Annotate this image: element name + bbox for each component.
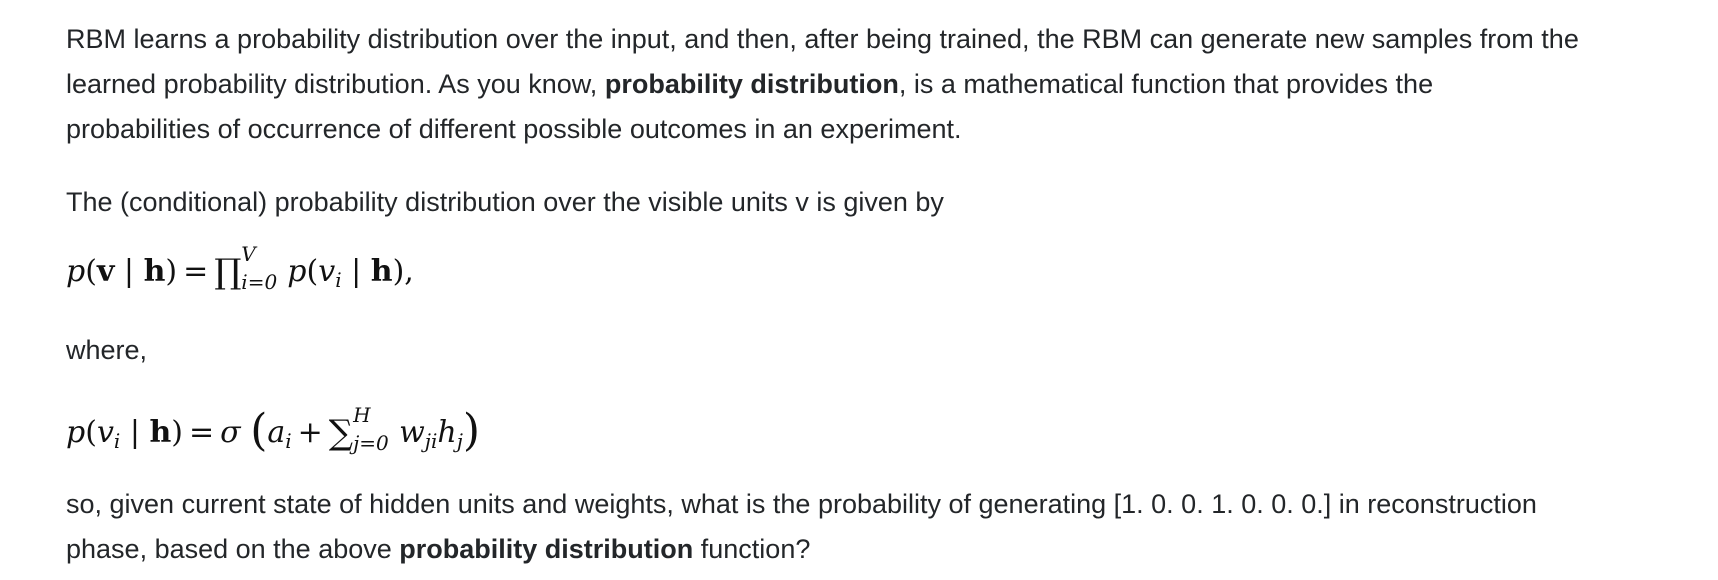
eq1-rhs-sub: i — [335, 268, 342, 292]
eq2-close-paren: ) — [462, 405, 481, 456]
eq1-upper-limit: V — [241, 242, 256, 266]
eq2-hidden-h: h — [437, 415, 457, 450]
eq2-hidden-sub: j — [456, 429, 463, 453]
intro-bold-term: probability distribution — [604, 69, 899, 99]
intro-paragraph: RBM learns a probability distribution ov… — [66, 17, 1579, 152]
eq2-lower-limit: j=0 — [353, 431, 389, 455]
eq2-limits: Hj=0 — [353, 403, 399, 455]
eq2-bias-sub: i — [285, 429, 292, 453]
eq1-lhs-v: v — [96, 254, 115, 289]
eq2-open-paren: ( — [250, 405, 268, 456]
intro-line-2-start: learned probability distribution. As you… — [66, 69, 605, 99]
sigma-symbol: σ — [220, 415, 241, 450]
eq1-rhs-p: p — [287, 254, 307, 289]
intro-line-1: RBM learns a probability distribution ov… — [66, 24, 1579, 54]
question-line-2-end: function? — [693, 534, 811, 564]
eq1-rhs-h: h — [370, 254, 393, 289]
sum-symbol: ∑ — [328, 413, 354, 453]
eq2-weight-w: w — [399, 415, 425, 450]
eq2-lhs-p: p — [66, 415, 86, 450]
question-line-2-start: phase, based on the above — [66, 534, 400, 564]
question-paragraph: so, given current state of hidden units … — [66, 482, 1537, 572]
product-symbol: ∏ — [214, 252, 242, 292]
eq1-rhs-v: v — [318, 254, 336, 289]
eq1-trail: ), — [392, 254, 414, 289]
eq1-lhs-h: h — [143, 254, 166, 289]
eq2-lhs-sub: i — [113, 429, 121, 453]
intro-line-2-end: , is a mathematical function that provid… — [898, 69, 1434, 99]
question-line-1: so, given current state of hidden units … — [66, 489, 1537, 519]
question-bold-term: probability distribution — [399, 534, 694, 564]
eq2-upper-limit: H — [353, 403, 371, 427]
eq1-limits: Vi=0 — [241, 242, 287, 294]
eq2-lhs-v: v — [96, 415, 114, 450]
intro-line-3: probabilities of occurrence of different… — [66, 114, 962, 144]
eq2-weight-sub: ji — [424, 429, 438, 453]
eq2-bias-a: a — [267, 415, 286, 450]
equation-sigmoid: p(vi | h) = σ (ai + ∑ Hj=0 wjihj) — [66, 403, 481, 456]
equation-product: p(v | h) = ∏ Vi=0 p(vi | h), — [66, 242, 414, 294]
eq1-lhs-p: p — [66, 254, 86, 289]
eq2-lhs-h: h — [149, 415, 172, 450]
where-paragraph: where, — [66, 335, 148, 365]
conditional-paragraph: The (conditional) probability distributi… — [66, 187, 944, 217]
eq1-lower-limit: i=0 — [241, 270, 278, 294]
